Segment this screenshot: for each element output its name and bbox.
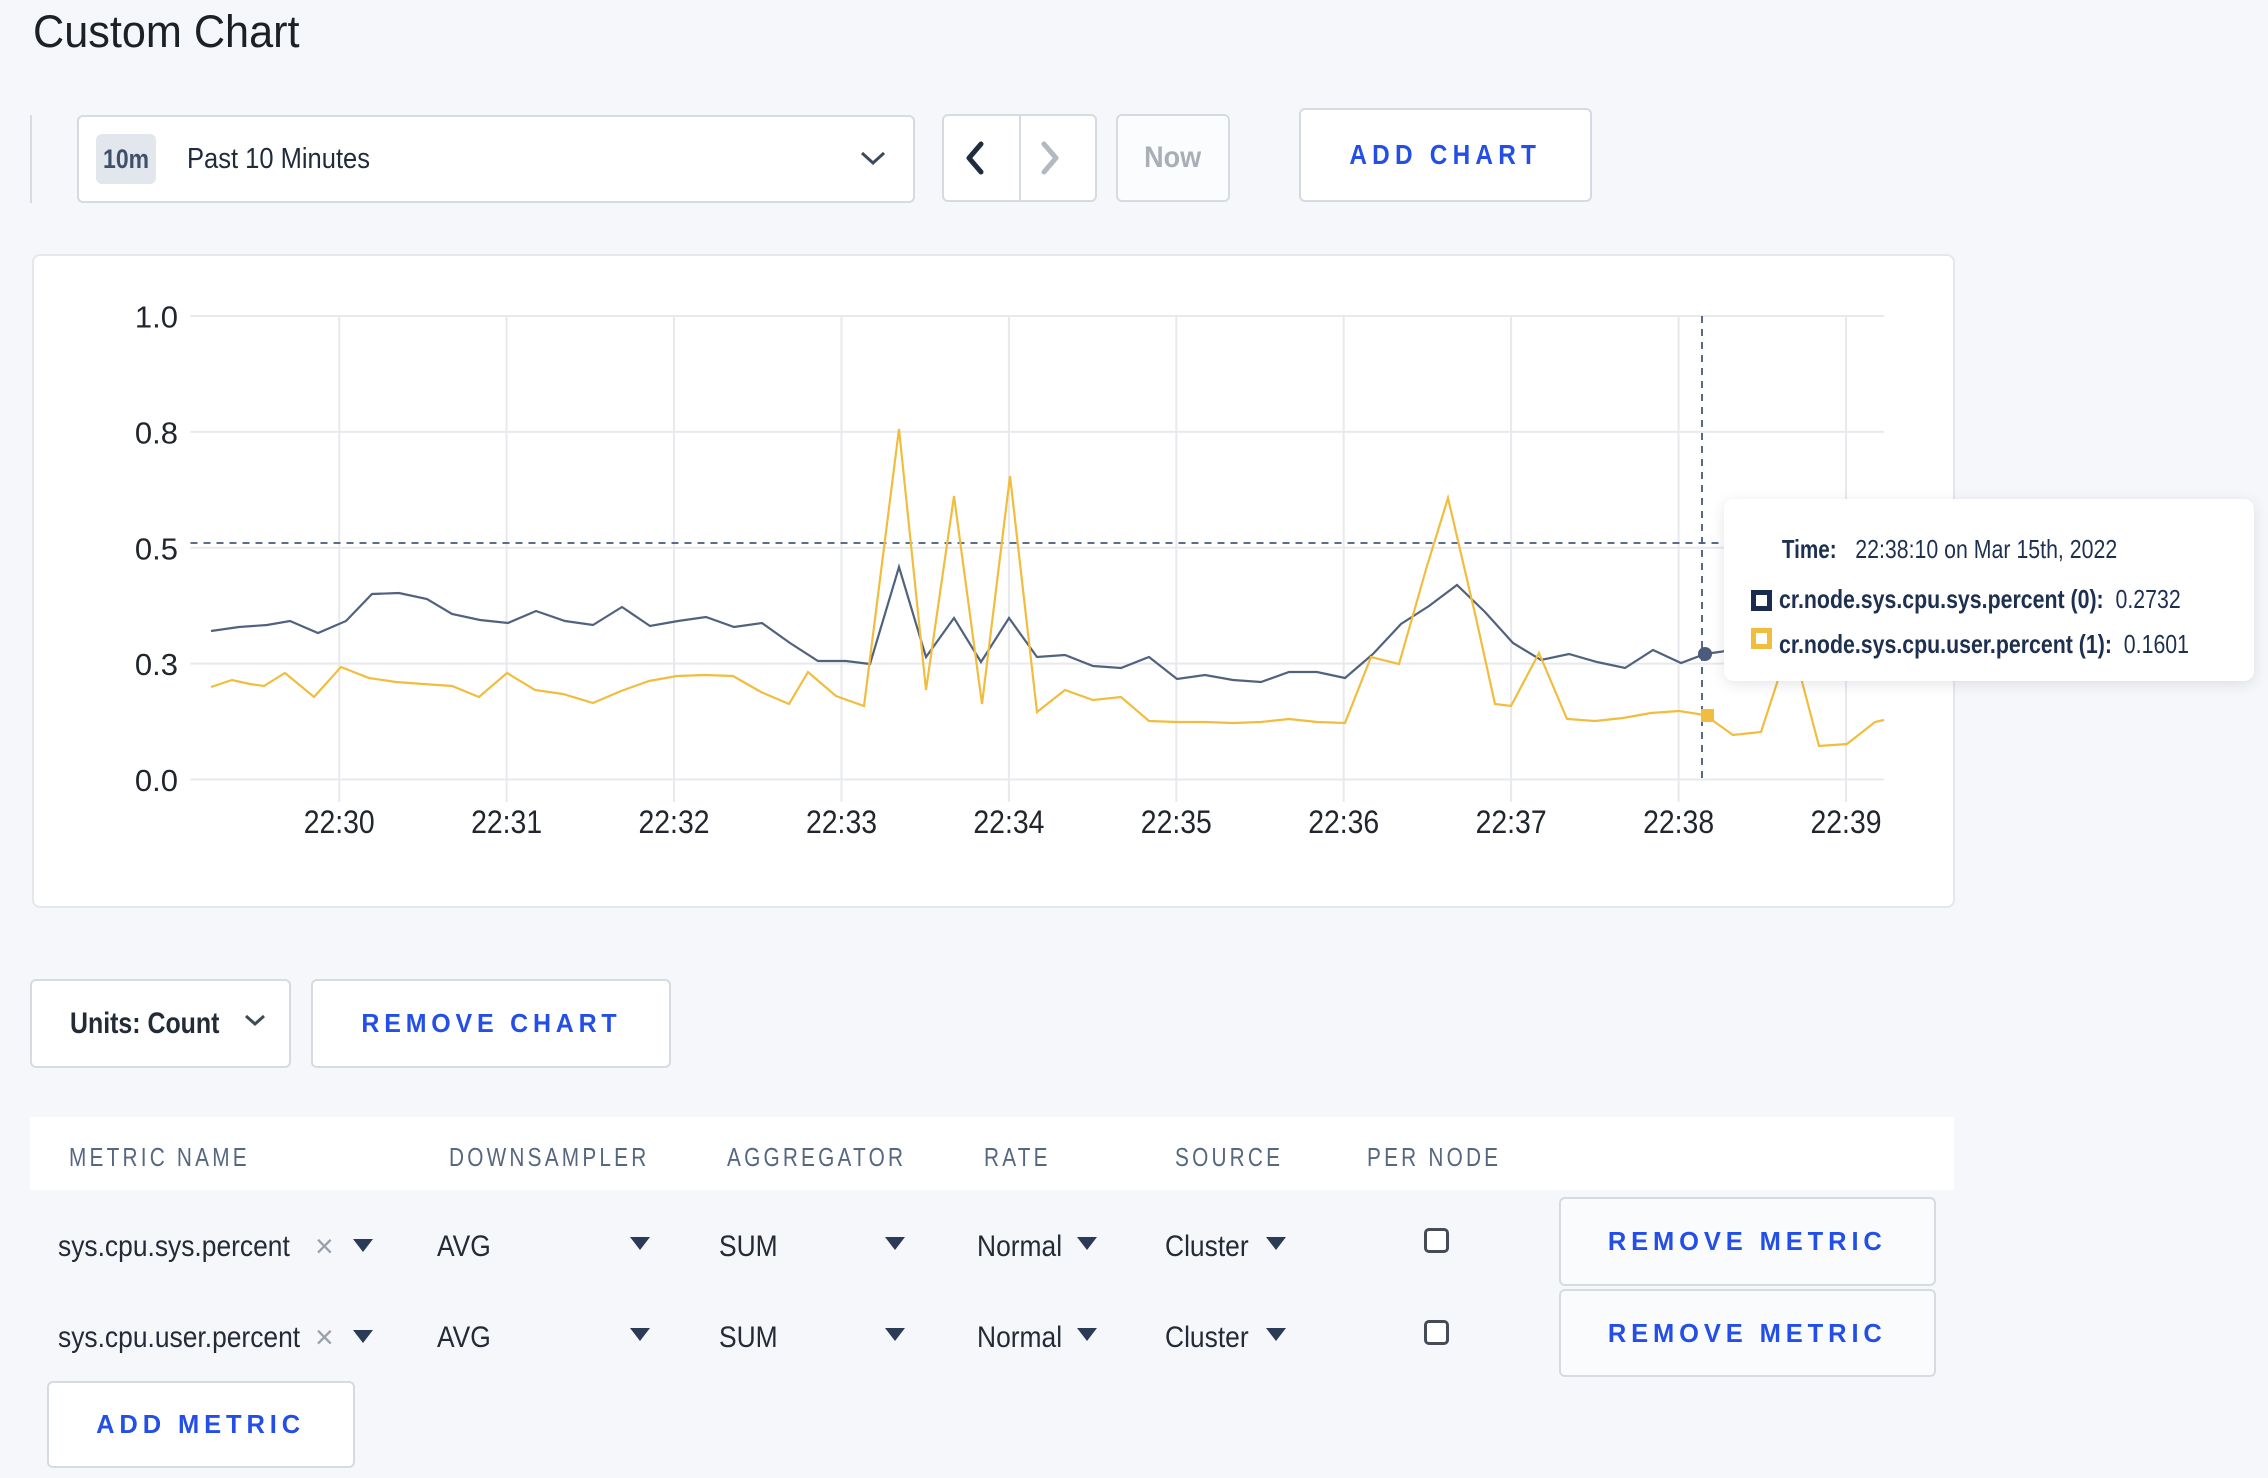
svg-text:22:38: 22:38	[1643, 804, 1714, 840]
svg-text:1.0: 1.0	[135, 300, 178, 335]
svg-text:22:37: 22:37	[1476, 804, 1547, 840]
svg-text:22:36: 22:36	[1308, 804, 1379, 840]
svg-text:0.3: 0.3	[135, 647, 178, 682]
svg-text:0.8: 0.8	[135, 415, 178, 450]
svg-text:22:32: 22:32	[639, 804, 710, 840]
svg-text:22:31: 22:31	[471, 804, 542, 840]
svg-text:22:35: 22:35	[1141, 804, 1212, 840]
svg-text:22:30: 22:30	[304, 804, 375, 840]
svg-text:0.0: 0.0	[135, 763, 178, 798]
svg-text:22:39: 22:39	[1811, 804, 1882, 840]
svg-text:0.5: 0.5	[135, 531, 178, 566]
svg-text:22:33: 22:33	[806, 804, 877, 840]
svg-text:22:34: 22:34	[973, 804, 1044, 840]
